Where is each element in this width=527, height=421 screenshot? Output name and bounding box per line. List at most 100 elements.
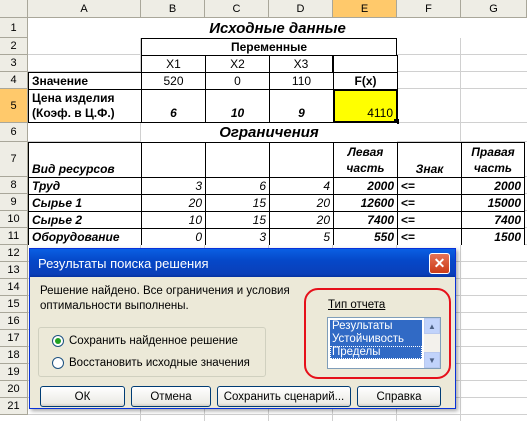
table-cell[interactable]: 2000	[333, 177, 397, 194]
table-cell[interactable]: <=	[397, 211, 461, 228]
table-cell[interactable]: <=	[397, 228, 461, 245]
report-type-highlight	[304, 288, 451, 379]
cancel-button[interactable]: Отмена	[131, 386, 211, 407]
table-cell[interactable]: <=	[397, 177, 461, 194]
column-header-c[interactable]: C	[205, 0, 269, 18]
sheet-title[interactable]: Исходные данные	[28, 18, 527, 38]
table-cell[interactable]: 1500	[461, 228, 525, 245]
ok-button[interactable]: ОК	[40, 386, 125, 407]
row-header[interactable]: 21	[0, 398, 28, 415]
column-header-d[interactable]: D	[269, 0, 333, 18]
price-x3[interactable]: 9	[269, 89, 333, 123]
value-x2[interactable]: 0	[205, 72, 269, 89]
resource-name-cell[interactable]: Труд	[28, 177, 141, 194]
variables-header[interactable]: Переменные	[141, 38, 397, 55]
select-all-corner[interactable]	[0, 0, 28, 18]
column-header-f[interactable]: F	[397, 0, 461, 18]
row-header[interactable]: 9	[0, 194, 28, 211]
right-part-line-2: часть	[473, 161, 513, 175]
left-part-line-2: часть	[346, 161, 385, 175]
row-header[interactable]: 8	[0, 177, 28, 194]
close-icon: ✕	[433, 255, 446, 271]
table-cell[interactable]: 20	[269, 194, 333, 211]
row-header[interactable]: 14	[0, 279, 28, 296]
value-label[interactable]: Значение	[28, 72, 141, 89]
resource-kind-header[interactable]: Вид ресурсов	[28, 142, 141, 177]
column-header-g[interactable]: G	[461, 0, 527, 18]
price-x1[interactable]: 6	[141, 89, 205, 123]
table-cell[interactable]: 3	[141, 177, 205, 194]
message-line-1: Решение найдено. Все ограничения и услов…	[40, 285, 290, 297]
table-cell[interactable]: 15000	[461, 194, 525, 211]
price-label-line-1: Цена изделия	[32, 91, 115, 105]
column-header-e[interactable]: E	[333, 0, 397, 18]
radio-keep-label: Сохранить найденное решение	[69, 335, 238, 347]
row-header[interactable]: 12	[0, 245, 28, 262]
table-cell[interactable]: <=	[397, 194, 461, 211]
var-x2-label[interactable]: X2	[205, 55, 269, 72]
cell-e3[interactable]	[333, 55, 397, 72]
value-x3[interactable]: 110	[269, 72, 333, 89]
left-part-header[interactable]: Левая часть	[333, 142, 397, 177]
save-scenario-button[interactable]: Сохранить сценарий...	[217, 386, 351, 407]
table-cell[interactable]: 4	[269, 177, 333, 194]
row-header[interactable]: 19	[0, 364, 28, 381]
row-header[interactable]: 1	[0, 18, 28, 38]
var-x3-label[interactable]: X3	[269, 55, 333, 72]
row-header[interactable]: 6	[0, 123, 28, 142]
close-button[interactable]: ✕	[429, 253, 450, 274]
var-x1-label[interactable]: X1	[141, 55, 205, 72]
table-cell[interactable]: 12600	[333, 194, 397, 211]
row-header[interactable]: 15	[0, 296, 28, 313]
table-cell[interactable]: 7400	[333, 211, 397, 228]
table-cell[interactable]: 10	[141, 211, 205, 228]
table-cell[interactable]: 550	[333, 228, 397, 245]
table-cell[interactable]: 3	[205, 228, 269, 245]
right-part-line-1: Правая	[471, 145, 515, 159]
column-header-a[interactable]: A	[28, 0, 141, 18]
price-label-line-2: (Коэф. в Ц.Ф.)	[32, 106, 115, 120]
fx-header[interactable]: F(x)	[333, 72, 398, 89]
table-cell[interactable]: 7400	[461, 211, 525, 228]
value-x1[interactable]: 520	[141, 72, 205, 89]
row-header[interactable]: 3	[0, 55, 28, 72]
table-cell[interactable]: 20	[141, 194, 205, 211]
row-header[interactable]: 20	[0, 381, 28, 398]
row-header[interactable]: 10	[0, 211, 28, 228]
constraints-title[interactable]: Ограничения	[141, 123, 397, 142]
table-cell[interactable]: 15	[205, 211, 269, 228]
row-header[interactable]: 7	[0, 142, 28, 177]
left-part-line-1: Левая	[347, 145, 384, 159]
cell-c7[interactable]	[205, 142, 269, 177]
row-header[interactable]: 17	[0, 330, 28, 347]
table-cell[interactable]: 5	[269, 228, 333, 245]
help-button[interactable]: Справка	[357, 386, 441, 407]
table-cell[interactable]: 0	[141, 228, 205, 245]
row-header[interactable]: 2	[0, 38, 28, 55]
sign-header[interactable]: Знак	[397, 142, 461, 177]
price-label[interactable]: Цена изделия (Коэф. в Ц.Ф.)	[28, 89, 141, 123]
row-header[interactable]: 13	[0, 262, 28, 279]
objective-cell-e5[interactable]: 4110	[333, 89, 398, 123]
row-header[interactable]: 4	[0, 72, 28, 89]
cell-d7[interactable]	[269, 142, 333, 177]
resource-name-cell[interactable]: Сырье 2	[28, 211, 141, 228]
table-cell[interactable]: 2000	[461, 177, 525, 194]
row-header[interactable]: 5	[0, 89, 28, 123]
dialog-title: Результаты поиска решения	[38, 255, 209, 271]
column-header-b[interactable]: B	[141, 0, 205, 18]
dialog-titlebar[interactable]: Результаты поиска решения	[30, 249, 455, 277]
table-cell[interactable]: 6	[205, 177, 269, 194]
table-cell[interactable]: 20	[269, 211, 333, 228]
row-header[interactable]: 11	[0, 228, 28, 245]
price-x2[interactable]: 10	[205, 89, 269, 123]
row-header[interactable]: 16	[0, 313, 28, 330]
row-header[interactable]: 18	[0, 347, 28, 364]
table-cell[interactable]: 15	[205, 194, 269, 211]
radio-keep-solution[interactable]: Сохранить найденное решение	[52, 335, 238, 347]
cell-b7[interactable]	[141, 142, 205, 177]
resource-name-cell[interactable]: Оборудование	[28, 228, 141, 245]
right-part-header[interactable]: Правая часть	[461, 142, 525, 177]
resource-name-cell[interactable]: Сырье 1	[28, 194, 141, 211]
radio-restore-values[interactable]: Восстановить исходные значения	[52, 357, 250, 369]
